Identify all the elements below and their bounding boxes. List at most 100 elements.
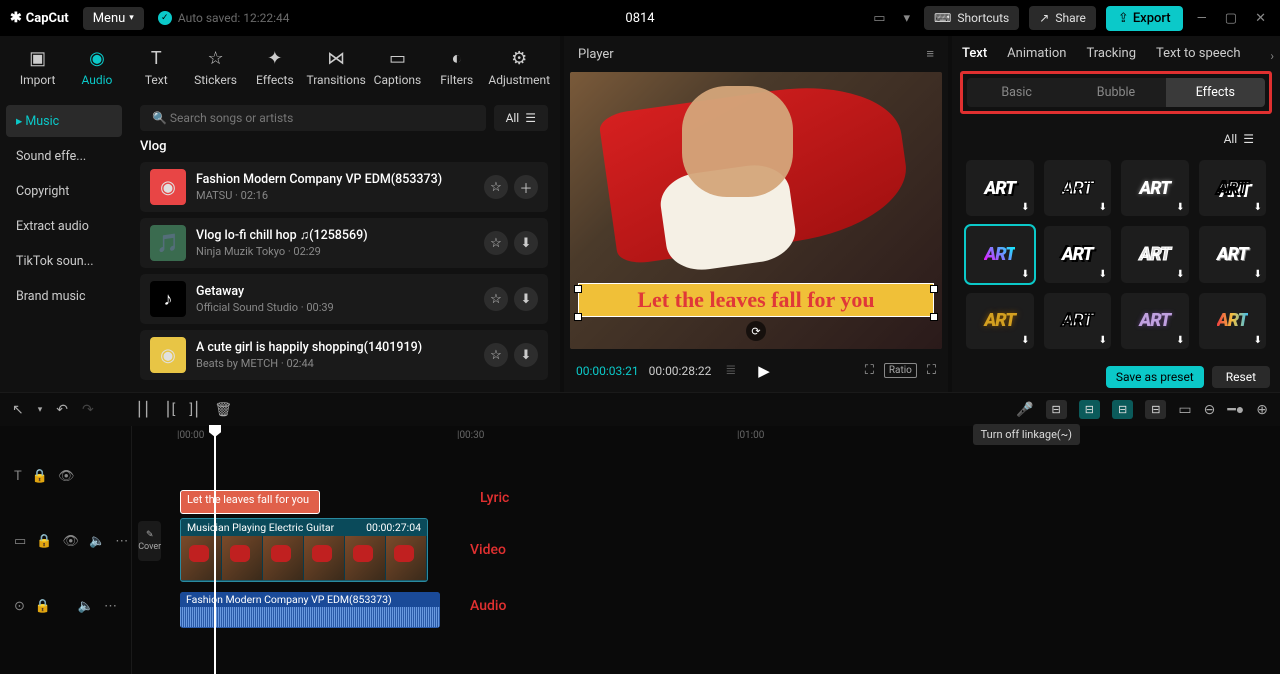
tool-tab-transitions[interactable]: ⋈Transitions — [306, 44, 365, 91]
zoom-in-icon[interactable]: ⊕ — [1256, 402, 1268, 418]
text-clip[interactable]: Let the leaves fall for you — [180, 490, 320, 514]
text-track-head[interactable]: T🔒👁 — [0, 450, 131, 502]
effect-preset[interactable]: ART⬇ — [1044, 226, 1112, 282]
tool-tab-captions[interactable]: ▭Captions — [370, 44, 425, 91]
select-dropdown-icon[interactable]: ▾ — [38, 405, 43, 415]
download-icon: ⬇ — [1254, 335, 1262, 346]
effect-preset[interactable]: ART⬇ — [1121, 293, 1189, 349]
layout-dropdown-icon[interactable]: ▾ — [900, 7, 915, 30]
export-label: Export — [1133, 11, 1171, 26]
mic-icon[interactable]: 🎤 — [1016, 402, 1033, 418]
tabs-scroll-right-icon[interactable]: › — [1270, 49, 1274, 63]
redo-icon[interactable]: ↷ — [82, 402, 94, 418]
favorite-button[interactable]: ☆ — [484, 175, 508, 199]
effect-preset[interactable]: ART⬇ — [966, 293, 1034, 349]
crop-icon[interactable]: ⛶ — [865, 363, 874, 378]
audio-track-head[interactable]: ⊙🔒🔈⋯ — [0, 580, 131, 632]
rp-tab-tracking[interactable]: Tracking — [1086, 46, 1136, 61]
app-logo: CapCut — [10, 10, 69, 26]
track-meta: Ninja Muzik Tokyo · 02:29 — [196, 245, 474, 258]
rp-tab-text[interactable]: Text — [962, 46, 987, 61]
layout-icon[interactable]: ▭ — [869, 7, 889, 30]
shortcuts-button[interactable]: ⌨ Shortcuts — [924, 6, 1019, 30]
ratio-button[interactable]: Ratio — [884, 363, 917, 378]
play-button[interactable]: ▶ — [758, 362, 770, 380]
effects-filter-all[interactable]: All ☰ — [1212, 126, 1266, 152]
effect-preset[interactable]: ART⬇ — [1044, 160, 1112, 216]
reset-button[interactable]: Reset — [1212, 366, 1270, 388]
magnet-3[interactable]: ⊟ — [1112, 400, 1133, 419]
video-clip[interactable]: Musician Playing Electric Guitar00:00:27… — [180, 518, 428, 582]
track-action-button[interactable]: ⬇ — [514, 343, 538, 367]
effect-preset[interactable]: ART⬇ — [1199, 293, 1267, 349]
tool-tab-effects[interactable]: ✦Effects — [247, 44, 302, 91]
audio-category-4[interactable]: TikTok soun... — [6, 246, 122, 277]
tool-tab-filters[interactable]: ◐Filters — [429, 44, 484, 91]
sub-tab-bubble[interactable]: Bubble — [1066, 78, 1165, 107]
select-tool-icon[interactable]: ↖ — [12, 402, 24, 418]
magnet-4[interactable]: ⊟ — [1145, 400, 1166, 419]
audio-category-5[interactable]: Brand music — [6, 281, 122, 312]
magnet-2[interactable]: ⊟ — [1079, 400, 1100, 419]
zoom-out-icon[interactable]: ⊖ — [1204, 402, 1216, 418]
favorite-button[interactable]: ☆ — [484, 287, 508, 311]
favorite-button[interactable]: ☆ — [484, 231, 508, 255]
effect-preset[interactable]: ART⬇ — [966, 160, 1034, 216]
track-action-button[interactable]: ⬇ — [514, 231, 538, 255]
video-track-head[interactable]: ▭🔒👁🔈⋯ ✎Cover — [0, 502, 131, 580]
track-item[interactable]: ◉Fashion Modern Company VP EDM(853373)MA… — [140, 162, 548, 212]
markers-icon[interactable]: ≣ — [721, 359, 740, 382]
fullscreen-icon[interactable]: ⛶ — [927, 363, 936, 378]
effect-preset[interactable]: ART⬇ — [966, 226, 1034, 282]
tool-tab-text[interactable]: TText — [129, 44, 184, 91]
rp-tab-animation[interactable]: Animation — [1007, 46, 1066, 61]
split-icon[interactable]: ⎮⎮ — [136, 402, 151, 418]
close-icon[interactable]: ✕ — [1251, 7, 1270, 30]
effect-preset[interactable]: ART⬇ — [1121, 160, 1189, 216]
video-preview[interactable]: Let the leaves fall for you ⟳ — [570, 72, 942, 349]
undo-icon[interactable]: ↶ — [56, 402, 68, 418]
maximize-icon[interactable]: ▢ — [1221, 7, 1241, 30]
track-action-button[interactable]: ⬇ — [514, 287, 538, 311]
track-item[interactable]: 🎵Vlog lo-fi chill hop ♫(1258569)Ninja Mu… — [140, 218, 548, 268]
menu-button[interactable]: Menu — [83, 7, 144, 30]
audio-clip[interactable]: Fashion Modern Company VP EDM(853373) — [180, 592, 440, 628]
effect-preset[interactable]: ART⬇ — [1121, 226, 1189, 282]
effect-preset[interactable]: ART⬇ — [1199, 160, 1267, 216]
save-preset-button[interactable]: Save as preset — [1106, 366, 1204, 388]
share-button[interactable]: ↗ Share — [1029, 6, 1096, 30]
minimize-icon[interactable]: — — [1193, 7, 1211, 30]
tool-tab-adjustment[interactable]: ⚙Adjustment — [488, 44, 550, 91]
effect-preset[interactable]: ART⬇ — [1044, 293, 1112, 349]
trim-right-icon[interactable]: ]⎮ — [189, 402, 200, 418]
audio-category-0[interactable]: Music — [6, 105, 122, 137]
sync-icon[interactable]: ⟳ — [746, 321, 766, 341]
zoom-slider[interactable]: ━● — [1227, 401, 1244, 418]
track-item[interactable]: ◉A cute girl is happily shopping(1401919… — [140, 330, 548, 380]
track-item[interactable]: ♪GetawayOfficial Sound Studio · 00:39☆⬇ — [140, 274, 548, 324]
tool-tab-stickers[interactable]: ☆Stickers — [188, 44, 243, 91]
sub-tab-effects[interactable]: Effects — [1166, 78, 1265, 107]
favorite-button[interactable]: ☆ — [484, 343, 508, 367]
magnet-1[interactable]: ⊟ — [1046, 400, 1067, 419]
playhead[interactable] — [214, 426, 216, 674]
sub-tab-basic[interactable]: Basic — [967, 78, 1066, 107]
delete-icon[interactable]: 🗑 — [214, 402, 232, 418]
rp-tab-text-to-speech[interactable]: Text to speech — [1156, 46, 1240, 61]
export-button[interactable]: ⇪ Export — [1106, 6, 1183, 31]
preview-icon[interactable]: ▭ — [1178, 402, 1191, 418]
tool-tab-import[interactable]: ▣Import — [10, 44, 65, 91]
search-input[interactable]: 🔍 Search songs or artists — [140, 105, 486, 131]
trim-left-icon[interactable]: ⎮[ — [164, 402, 175, 418]
audio-category-2[interactable]: Copyright — [6, 176, 122, 207]
text-overlay[interactable]: Let the leaves fall for you — [578, 283, 934, 317]
player-menu-icon[interactable]: ≡ — [926, 46, 934, 62]
tool-tab-audio[interactable]: ◉Audio — [69, 44, 124, 91]
audio-category-3[interactable]: Extract audio — [6, 211, 122, 242]
track-action-button[interactable]: ＋ — [514, 175, 538, 199]
audio-category-1[interactable]: Sound effe... — [6, 141, 122, 172]
linkage-tooltip: Turn off linkage(~) — [973, 424, 1080, 445]
project-title: 0814 — [625, 11, 654, 26]
filter-all-button[interactable]: All ☰ — [494, 105, 548, 131]
effect-preset[interactable]: ART⬇ — [1199, 226, 1267, 282]
